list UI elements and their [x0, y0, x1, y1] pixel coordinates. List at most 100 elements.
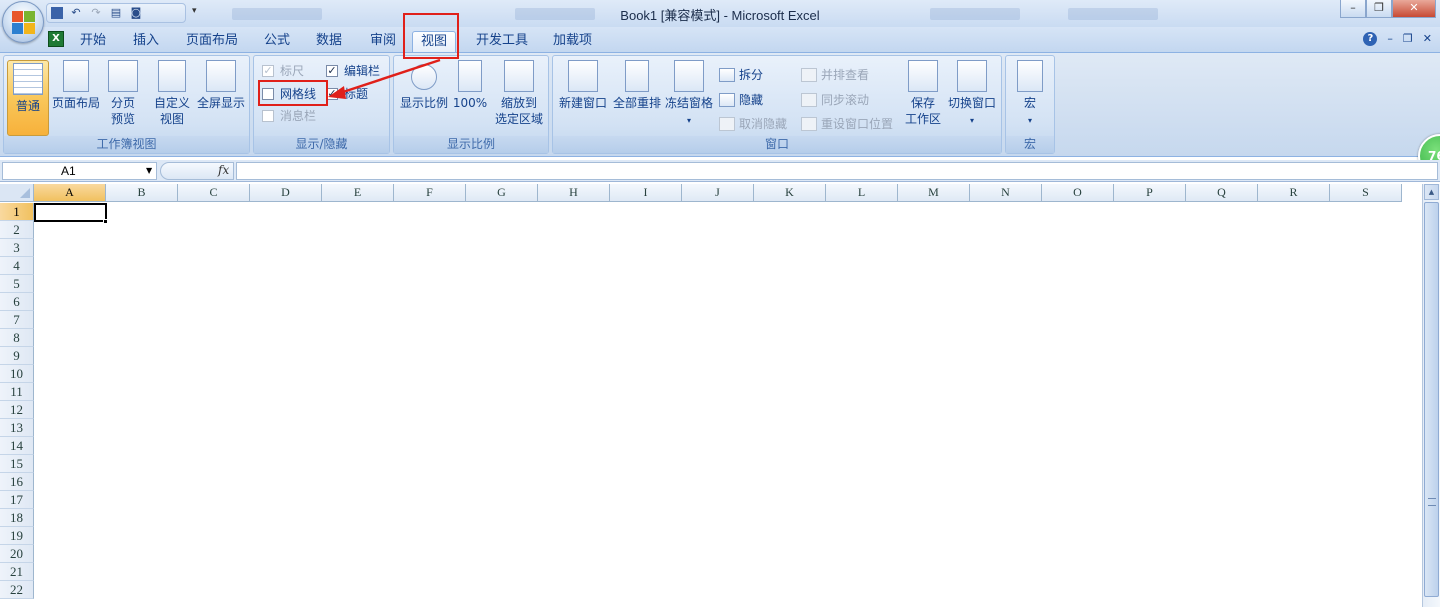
ribbon-close-icon[interactable]: ✕ [1423, 32, 1432, 46]
side-by-side-button[interactable]: 并排查看 [801, 66, 869, 83]
tab-formulas[interactable]: 公式 [256, 31, 298, 52]
row-header-9[interactable]: 9 [0, 347, 34, 365]
row-header-1[interactable]: 1 [0, 203, 34, 221]
column-header-i[interactable]: I [610, 184, 682, 202]
formula-bar-checkbox[interactable]: ✓ 编辑栏 [326, 62, 380, 79]
tab-addins[interactable]: 加载项 [545, 31, 600, 52]
split-label: 拆分 [739, 68, 764, 82]
macros-button[interactable]: 宏 ▾ [1012, 60, 1048, 129]
row-header-22[interactable]: 22 [0, 581, 34, 599]
column-header-s[interactable]: S [1330, 184, 1402, 202]
office-button[interactable] [2, 1, 44, 43]
column-header-p[interactable]: P [1114, 184, 1186, 202]
group-label: 窗口 [553, 136, 1001, 153]
column-header-e[interactable]: E [322, 184, 394, 202]
tab-insert[interactable]: 插入 [125, 31, 167, 52]
worksheet-grid[interactable]: ABCDEFGHIJKLMNOPQRS 1 2 3 4 5 6 7 8 9 10 11 12 13 14 1… [0, 184, 1422, 607]
column-header-o[interactable]: O [1042, 184, 1114, 202]
row-header-5[interactable]: 5 [0, 275, 34, 293]
row-header-20[interactable]: 20 [0, 545, 34, 563]
select-all-button[interactable] [0, 184, 34, 202]
excel-icon[interactable]: X [48, 31, 64, 47]
ribbon-restore-icon[interactable]: ❐ [1403, 32, 1413, 46]
headings-checkbox[interactable]: ✓ 标题 [326, 85, 368, 102]
column-header-l[interactable]: L [826, 184, 898, 202]
restore-button[interactable]: ❐ [1366, 0, 1392, 18]
vertical-scrollbar[interactable]: ▲ [1422, 184, 1440, 607]
switch-windows-button[interactable]: 切换窗口 ▾ [946, 60, 998, 129]
row-header-14[interactable]: 14 [0, 437, 34, 455]
fullscreen-label: 全屏显示 [196, 96, 245, 110]
active-cell[interactable] [34, 203, 107, 222]
message-bar-checkbox[interactable]: 消息栏 [262, 107, 316, 124]
freeze-panes-button[interactable]: 冻结窗格 ▾ [664, 60, 714, 129]
new-window-button[interactable]: 新建窗口 [557, 60, 609, 111]
column-header-c[interactable]: C [178, 184, 250, 202]
formula-input[interactable] [236, 162, 1438, 180]
ribbon-minimize-icon[interactable]: – [1387, 32, 1393, 46]
normal-view-button[interactable]: 普通 [7, 60, 49, 136]
page-layout-view-button[interactable]: 页面布局 [51, 60, 101, 111]
tab-home[interactable]: 开始 [72, 31, 114, 52]
tab-review[interactable]: 审阅 [362, 31, 404, 52]
sync-scroll-button[interactable]: 同步滚动 [801, 91, 869, 108]
column-header-g[interactable]: G [466, 184, 538, 202]
custom-views-label-1: 自定义 [153, 96, 190, 110]
row-header-11[interactable]: 11 [0, 383, 34, 401]
row-header-12[interactable]: 12 [0, 401, 34, 419]
row-header-21[interactable]: 21 [0, 563, 34, 581]
row-header-18[interactable]: 18 [0, 509, 34, 527]
row-header-15[interactable]: 15 [0, 455, 34, 473]
row-header-7[interactable]: 7 [0, 311, 34, 329]
zoom-100-button[interactable]: 100% [452, 60, 488, 111]
column-header-d[interactable]: D [250, 184, 322, 202]
column-header-q[interactable]: Q [1186, 184, 1258, 202]
column-header-r[interactable]: R [1258, 184, 1330, 202]
column-header-m[interactable]: M [898, 184, 970, 202]
row-header-6[interactable]: 6 [0, 293, 34, 311]
column-header-j[interactable]: J [682, 184, 754, 202]
custom-views-button[interactable]: 自定义 视图 [152, 60, 192, 127]
help-icon[interactable]: ? [1363, 32, 1378, 46]
name-box[interactable]: A1 [2, 162, 157, 180]
column-header-n[interactable]: N [970, 184, 1042, 202]
row-header-10[interactable]: 10 [0, 365, 34, 383]
row-header-19[interactable]: 19 [0, 527, 34, 545]
scrollbar-thumb[interactable] [1424, 202, 1439, 597]
column-header-a[interactable]: A [34, 184, 106, 202]
zoom-button[interactable]: 显示比例 [398, 60, 450, 111]
fill-handle[interactable] [103, 219, 108, 224]
minimize-button[interactable]: – [1340, 0, 1366, 18]
row-header-4[interactable]: 4 [0, 257, 34, 275]
close-button[interactable]: ✕ [1392, 0, 1436, 18]
chevron-down-icon[interactable]: ▼ [146, 166, 152, 175]
tab-page-layout[interactable]: 页面布局 [178, 31, 246, 52]
page-break-preview-button[interactable]: 分页 预览 [105, 60, 141, 127]
reset-position-button[interactable]: 重设窗口位置 [801, 115, 893, 132]
column-header-f[interactable]: F [394, 184, 466, 202]
ruler-checkbox[interactable]: ✓ 标尺 [262, 62, 304, 79]
scroll-up-arrow[interactable]: ▲ [1424, 184, 1439, 200]
zoom-to-selection-button[interactable]: 缩放到 选定区域 [492, 60, 546, 127]
row-header-16[interactable]: 16 [0, 473, 34, 491]
save-workspace-button[interactable]: 保存 工作区 [903, 60, 943, 127]
row-header-17[interactable]: 17 [0, 491, 34, 509]
unhide-button[interactable]: 取消隐藏 [719, 115, 787, 132]
hide-button[interactable]: 隐藏 [719, 91, 763, 108]
column-header-b[interactable]: B [106, 184, 178, 202]
fullscreen-icon [206, 60, 236, 92]
arrange-all-button[interactable]: 全部重排 [611, 60, 663, 111]
tab-data[interactable]: 数据 [308, 31, 350, 52]
row-header-8[interactable]: 8 [0, 329, 34, 347]
tab-developer[interactable]: 开发工具 [468, 31, 536, 52]
row-header-3[interactable]: 3 [0, 239, 34, 257]
row-header-13[interactable]: 13 [0, 419, 34, 437]
column-header-h[interactable]: H [538, 184, 610, 202]
column-header-k[interactable]: K [754, 184, 826, 202]
zoom-selection-icon [504, 60, 534, 92]
row-header-2[interactable]: 2 [0, 221, 34, 239]
insert-function-icon[interactable]: fx [218, 163, 229, 177]
fullscreen-button[interactable]: 全屏显示 [195, 60, 247, 111]
split-button[interactable]: 拆分 [719, 66, 763, 83]
page-layout-icon [63, 60, 89, 92]
